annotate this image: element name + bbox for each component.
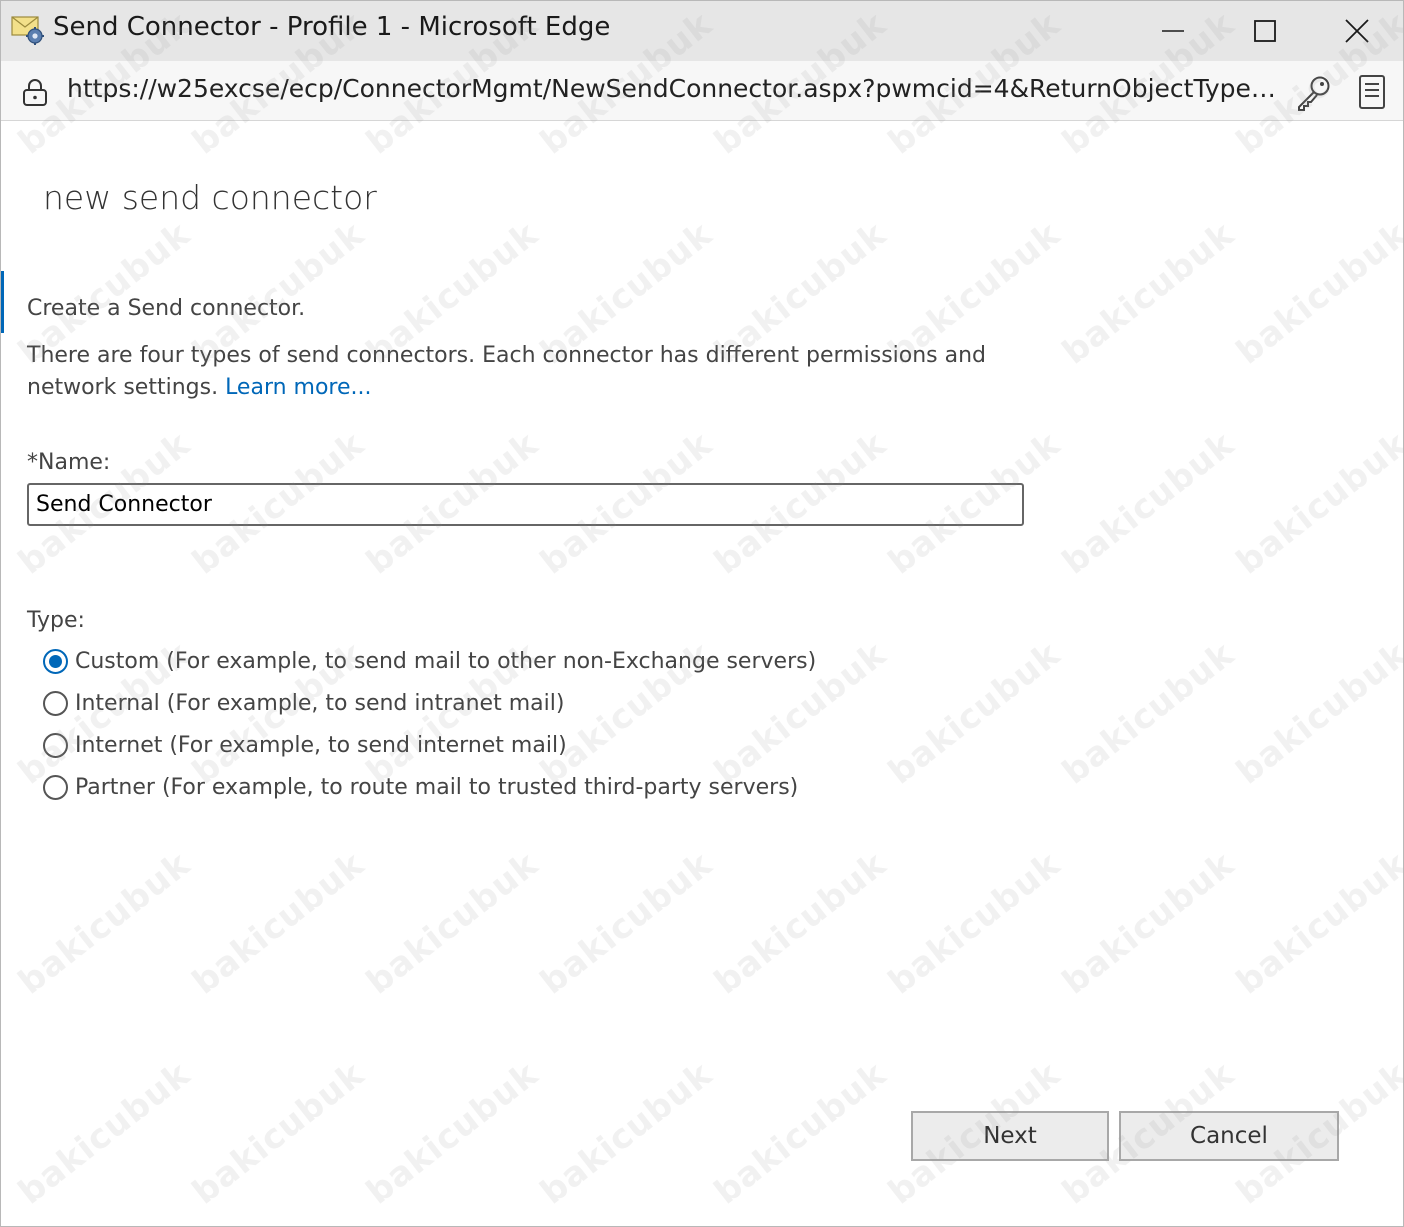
- reader-view-icon[interactable]: [1355, 74, 1389, 112]
- radio-custom[interactable]: [43, 648, 68, 674]
- radio-internet[interactable]: [43, 732, 68, 758]
- name-input[interactable]: [27, 483, 1024, 526]
- intro-text: Create a Send connector.: [27, 296, 306, 321]
- type-option-partner[interactable]: Partner (For example, to route mail to t…: [43, 772, 798, 802]
- type-label: Type:: [27, 608, 85, 633]
- learn-more-link[interactable]: Learn more...: [225, 375, 371, 400]
- description-body: There are four types of send connectors.…: [27, 343, 987, 400]
- mail-gear-icon: [11, 16, 44, 45]
- key-icon[interactable]: [1295, 74, 1333, 112]
- type-option-custom[interactable]: Custom (For example, to send mail to oth…: [43, 646, 816, 676]
- radio-label-partner: Partner (For example, to route mail to t…: [75, 774, 799, 800]
- radio-label-internet: Internet (For example, to send internet …: [75, 732, 567, 758]
- cancel-button[interactable]: Cancel: [1119, 1111, 1339, 1161]
- type-option-internal[interactable]: Internal (For example, to send intranet …: [43, 688, 564, 718]
- minimize-icon: [1162, 30, 1184, 32]
- radio-internal[interactable]: [43, 690, 68, 716]
- url-field[interactable]: https://w25excse/ecp/ConnectorMgmt/NewSe…: [67, 74, 1277, 103]
- maximize-icon: [1254, 20, 1276, 42]
- browser-window: Send Connector - Profile 1 - Microsoft E…: [0, 0, 1404, 1227]
- radio-label-internal: Internal (For example, to send intranet …: [75, 690, 565, 716]
- page-title: new send connector: [43, 178, 377, 217]
- close-button[interactable]: [1313, 1, 1401, 61]
- dialog-content: new send connector Create a Send connect…: [1, 122, 1403, 1226]
- address-bar: https://w25excse/ecp/ConnectorMgmt/NewSe…: [1, 61, 1403, 121]
- window-title: Send Connector - Profile 1 - Microsoft E…: [53, 12, 611, 42]
- type-option-internet[interactable]: Internet (For example, to send internet …: [43, 730, 567, 760]
- minimize-button[interactable]: [1129, 1, 1217, 61]
- next-button[interactable]: Next: [911, 1111, 1109, 1161]
- radio-partner[interactable]: [43, 774, 68, 800]
- title-bar: Send Connector - Profile 1 - Microsoft E…: [1, 1, 1403, 61]
- name-label: *Name:: [27, 450, 111, 475]
- maximize-button[interactable]: [1221, 1, 1309, 61]
- close-icon: [1345, 19, 1369, 43]
- radio-label-custom: Custom (For example, to send mail to oth…: [75, 648, 817, 674]
- lock-icon[interactable]: [21, 77, 49, 107]
- description-text: There are four types of send connectors.…: [27, 340, 987, 404]
